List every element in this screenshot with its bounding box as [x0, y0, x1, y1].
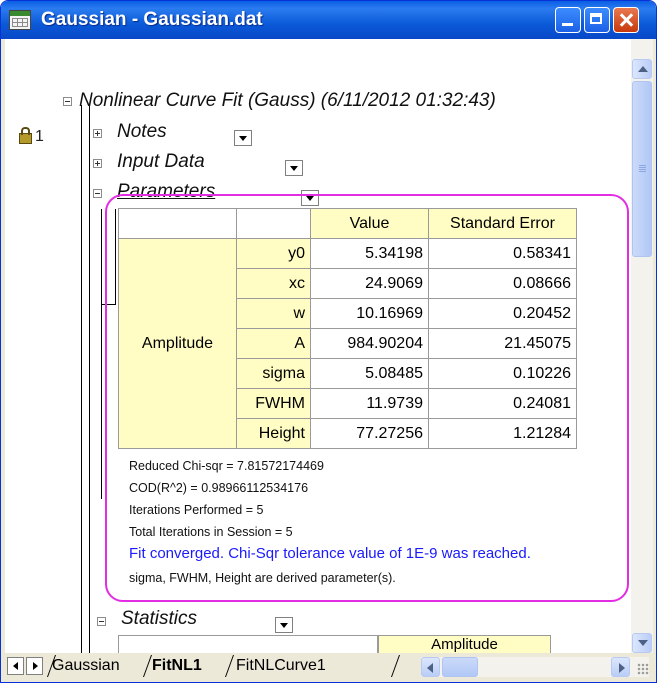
- scroll-down-button[interactable]: [632, 633, 652, 653]
- lock-icon: [19, 127, 32, 144]
- statistics-header: Amplitude: [378, 635, 551, 653]
- tab-fitnl1[interactable]: FitNL1: [149, 655, 205, 677]
- scroll-up-button[interactable]: [632, 59, 652, 79]
- input-data-dropdown[interactable]: [285, 160, 303, 176]
- notes-node[interactable]: Notes: [117, 121, 167, 143]
- tree-line: [101, 209, 102, 499]
- highlight-outline: [105, 194, 629, 602]
- collapse-icon[interactable]: [93, 189, 102, 198]
- scroll-thumb[interactable]: [632, 81, 652, 257]
- expand-icon[interactable]: [93, 129, 102, 138]
- close-button[interactable]: [613, 7, 639, 33]
- expand-icon[interactable]: [93, 159, 102, 168]
- horizontal-scrollbar[interactable]: [421, 657, 649, 677]
- tree-line: [89, 105, 90, 653]
- next-sheet-button[interactable]: [26, 657, 43, 675]
- title-bar[interactable]: Gaussian - Gaussian.dat: [1, 1, 656, 39]
- tab-fitnlcurve1[interactable]: FitNLCurve1: [233, 655, 329, 677]
- horizontal-scroll-thumb[interactable]: [442, 657, 478, 677]
- collapse-icon[interactable]: [63, 97, 72, 106]
- statistics-node[interactable]: Statistics: [121, 608, 197, 630]
- workbook-window: Gaussian - Gaussian.dat 1 Nonlinear Curv…: [0, 0, 657, 683]
- window-title: Gaussian - Gaussian.dat: [41, 9, 263, 30]
- maximize-button[interactable]: [584, 7, 610, 33]
- statistics-table: [118, 635, 378, 653]
- report-title: Nonlinear Curve Fit (Gauss) (6/11/2012 0…: [79, 90, 496, 111]
- statistics-dropdown[interactable]: [275, 617, 293, 633]
- report-sheet: 1 Nonlinear Curve Fit (Gauss) (6/11/2012…: [5, 39, 631, 653]
- resize-grip-icon[interactable]: [637, 663, 649, 675]
- tab-gaussian[interactable]: Gaussian: [49, 655, 123, 677]
- vertical-scrollbar[interactable]: [631, 39, 653, 653]
- previous-sheet-button[interactable]: [7, 657, 24, 675]
- tree-line: [81, 105, 82, 653]
- node-number: 1: [35, 128, 44, 145]
- scroll-right-button[interactable]: [611, 657, 630, 677]
- notes-dropdown[interactable]: [234, 130, 252, 146]
- minimize-button[interactable]: [555, 7, 581, 33]
- scroll-left-button[interactable]: [421, 657, 440, 677]
- tab-separator: [390, 655, 401, 677]
- input-data-node[interactable]: Input Data: [117, 151, 205, 173]
- collapse-icon[interactable]: [97, 617, 106, 626]
- sheet-tab-bar: Gaussian FitNL1 FitNLCurve1: [5, 653, 653, 681]
- workbook-icon[interactable]: [9, 10, 31, 30]
